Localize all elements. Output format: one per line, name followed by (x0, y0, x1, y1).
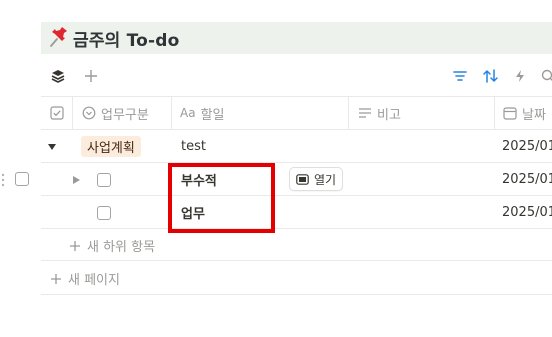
layers-icon[interactable] (48, 66, 68, 86)
select-property-icon (82, 106, 96, 120)
column-header-category-label: 업무구분 (101, 107, 149, 123)
subitem-checkbox[interactable] (97, 172, 111, 187)
table-header: 업무구분 Aa 할일 비고 날짜 (41, 97, 552, 129)
column-header-task[interactable]: Aa 할일 (180, 97, 224, 129)
column-header-task-label: 할일 (200, 107, 225, 123)
calendar-icon (503, 107, 517, 120)
column-divider (494, 97, 495, 129)
open-button-label: 열기 (314, 172, 337, 187)
title-property-icon: Aa (180, 106, 196, 120)
column-divider (348, 97, 349, 129)
plus-icon (70, 240, 80, 251)
highlight-annotation-box (168, 163, 275, 233)
search-icon[interactable] (538, 66, 552, 86)
pushpin-icon (45, 25, 71, 51)
page-title[interactable]: 금주의 To-do (73, 26, 180, 51)
expand-triangle-icon[interactable] (72, 163, 81, 196)
collapse-triangle-icon[interactable] (47, 130, 57, 163)
checkbox-icon (50, 106, 64, 120)
date-value: 2025/01 (502, 172, 552, 187)
column-divider (171, 97, 172, 129)
table-row[interactable]: 업무 2025/01 (41, 196, 552, 229)
new-subitem-button[interactable]: 새 하위 항목 (69, 236, 155, 255)
filter-icon[interactable] (450, 66, 470, 86)
table-row[interactable]: 사업계획 test 2025/01 (41, 130, 552, 163)
row-select-checkbox[interactable] (15, 172, 29, 186)
date-cell[interactable]: 2025/01 (502, 130, 552, 163)
category-cell[interactable]: 사업계획 (81, 130, 141, 163)
new-page-label: 새 페이지 (68, 273, 120, 288)
date-cell[interactable]: 2025/01 (502, 163, 552, 196)
divider (41, 260, 552, 261)
new-page-button[interactable]: 새 페이지 (50, 269, 120, 288)
subitem-checkbox-cell[interactable] (97, 196, 111, 229)
column-header-category[interactable]: 업무구분 (82, 97, 149, 129)
open-page-button[interactable]: 열기 (289, 167, 344, 191)
date-value: 2025/01 (502, 205, 552, 220)
lightning-icon[interactable] (510, 66, 530, 86)
table-row[interactable]: 부수적 열기 2025/01 (41, 163, 552, 196)
open-panel-icon (296, 173, 309, 185)
divider (41, 294, 552, 295)
date-cell[interactable]: 2025/01 (502, 196, 552, 229)
column-header-notes[interactable]: 비고 (358, 97, 401, 129)
add-view-plus-icon[interactable] (81, 66, 101, 86)
page-title-bar: 금주의 To-do (41, 22, 552, 54)
database-toolbar (41, 60, 552, 92)
column-header-notes-label: 비고 (377, 107, 401, 123)
plus-icon (51, 273, 61, 284)
task-title: test (181, 139, 206, 154)
column-header-date-label: 날짜 (522, 107, 546, 123)
category-tag: 사업계획 (81, 136, 141, 157)
sort-icon[interactable] (481, 66, 501, 86)
drag-handle-icon[interactable] (0, 172, 6, 191)
new-subitem-label: 새 하위 항목 (87, 240, 156, 255)
subitem-checkbox-cell[interactable] (97, 163, 111, 196)
subitem-checkbox[interactable] (97, 205, 111, 220)
text-property-icon (359, 108, 371, 118)
column-divider (72, 97, 73, 129)
date-value: 2025/01 (502, 139, 552, 154)
select-all-checkbox[interactable] (50, 97, 64, 129)
column-header-date[interactable]: 날짜 (503, 97, 546, 129)
task-cell[interactable]: test (181, 130, 206, 163)
divider (41, 228, 552, 229)
